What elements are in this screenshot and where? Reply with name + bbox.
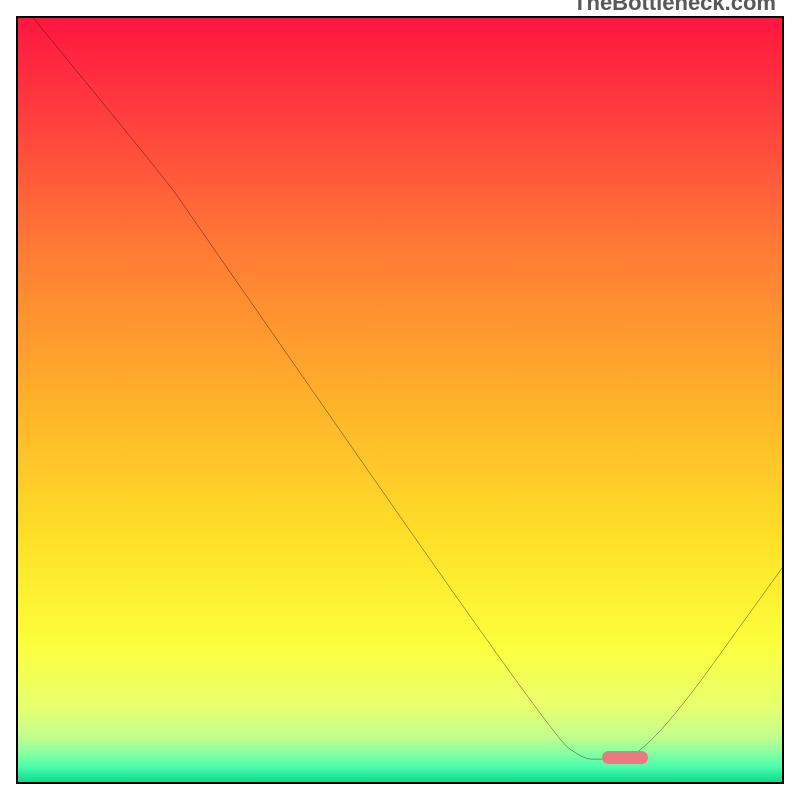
chart-frame: TheBottleneck.com [16,16,784,784]
bottleneck-curve [18,18,782,782]
plot-area [18,18,782,782]
optimal-marker [602,751,648,764]
watermark-label: TheBottleneck.com [573,0,776,16]
